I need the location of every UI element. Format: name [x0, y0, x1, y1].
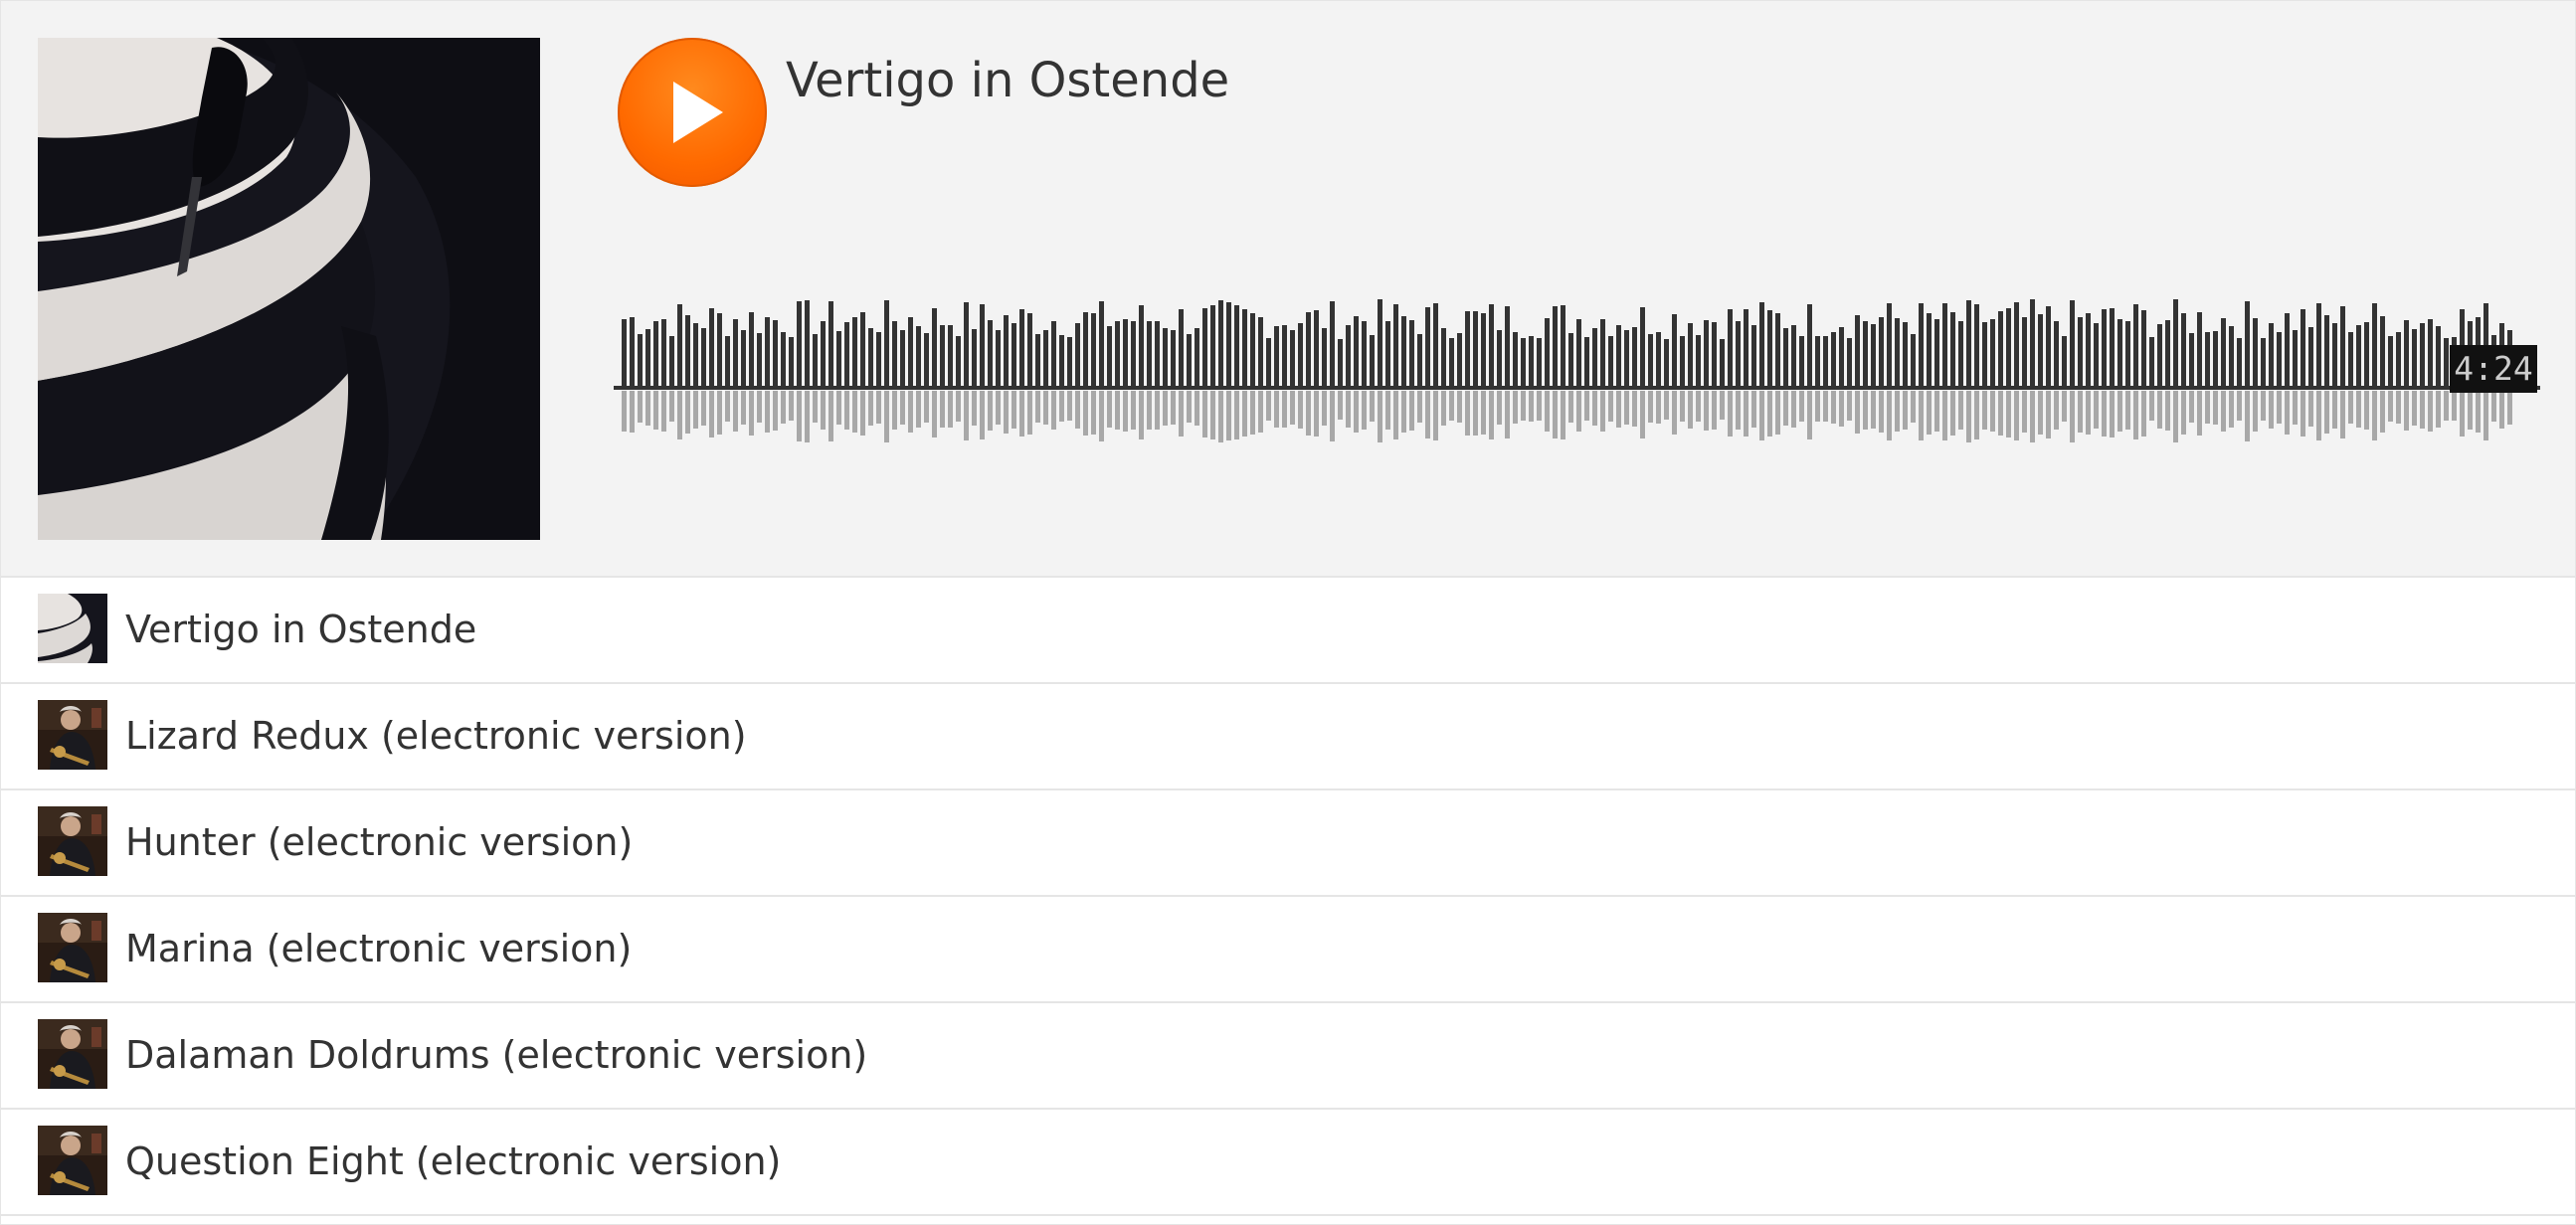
track-title: Question Eight (electronic version) — [125, 1139, 782, 1183]
track-title: Lizard Redux (electronic version) — [125, 714, 747, 758]
soundcloud-widget: Vertigo in Ostende 4:24 Vertigo in Osten… — [0, 0, 2576, 1225]
current-track-title[interactable]: Vertigo in Ostende — [786, 51, 1229, 110]
track-row-1[interactable]: Vertigo in Ostende — [1, 578, 2575, 684]
track-row-3[interactable]: Hunter (electronic version) — [1, 790, 2575, 897]
track-thumbnail — [38, 806, 107, 876]
play-button[interactable] — [618, 38, 767, 187]
track-row-4[interactable]: Marina (electronic version) — [1, 897, 2575, 1003]
duration-badge: 4:24 — [2450, 345, 2537, 393]
play-icon — [673, 82, 723, 143]
track-row-2[interactable]: Lizard Redux (electronic version) — [1, 684, 2575, 790]
track-thumbnail — [38, 594, 107, 663]
track-list: Vertigo in Ostende Lizard Redux (electro… — [1, 578, 2575, 1216]
track-row-5[interactable]: Dalaman Doldrums (electronic version) — [1, 1003, 2575, 1110]
track-thumbnail — [38, 1019, 107, 1089]
track-thumbnail — [38, 913, 107, 982]
track-thumbnail — [38, 1126, 107, 1195]
track-title: Vertigo in Ostende — [125, 608, 477, 651]
track-title: Hunter (electronic version) — [125, 820, 634, 864]
player-header: Vertigo in Ostende 4:24 — [1, 1, 2575, 578]
track-title: Marina (electronic version) — [125, 927, 633, 970]
waveform-seekbar[interactable] — [614, 250, 2540, 448]
track-title: Dalaman Doldrums (electronic version) — [125, 1033, 868, 1077]
track-thumbnail — [38, 700, 107, 770]
track-artwork[interactable] — [38, 38, 540, 540]
waveform-graphic — [614, 299, 2540, 442]
track-row-6[interactable]: Question Eight (electronic version) — [1, 1110, 2575, 1216]
